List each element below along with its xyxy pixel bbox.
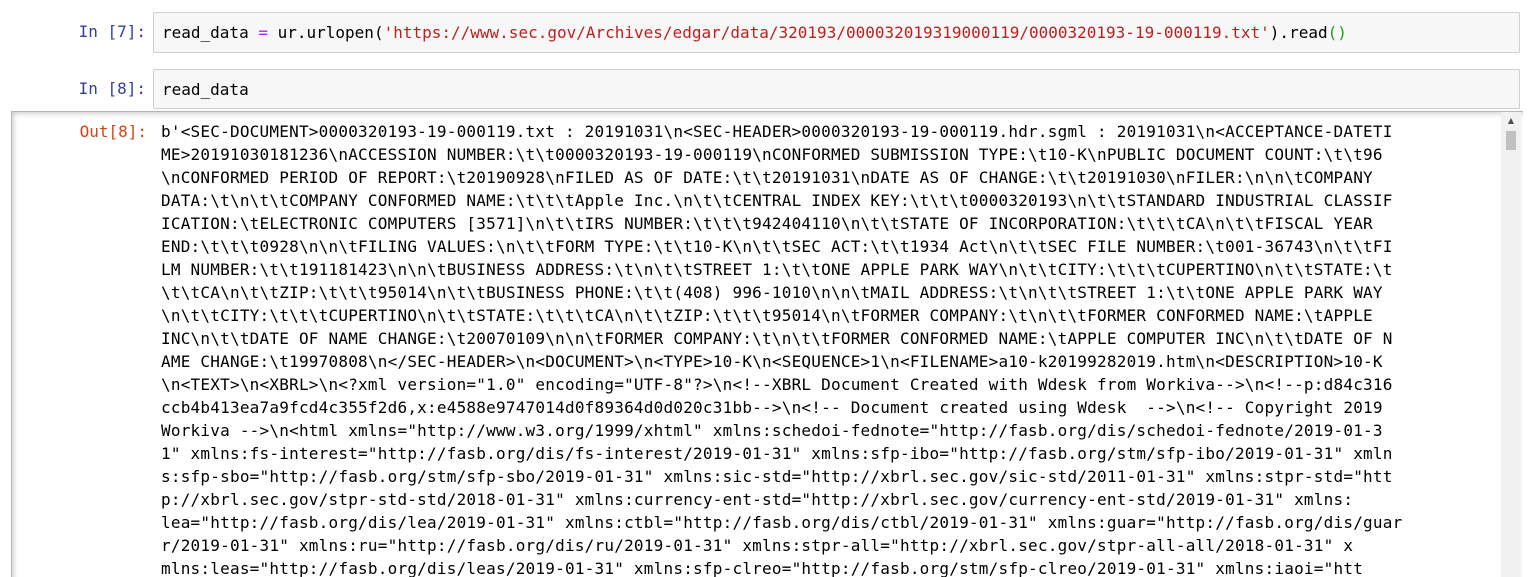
output-line: r/2019-01-31" xmlns:ru="http://fasb.org/… [161,536,1354,555]
output-prompt-8: Out[8]: [79,122,147,141]
code-read-call: ).read [1269,23,1328,42]
output-line: \n\t\tCITY:\t\t\tCUPERTINO\n\t\tSTATE:\t… [161,306,1373,325]
output-line: \t\tCA\n\t\tZIP:\t\t\t95014\n\t\tBUSINES… [161,283,1383,302]
code-call: ur.urlopen( [277,23,384,42]
output-line: ccb4b413ea7a9fcd4c355f2d6,x:e4588e974701… [161,398,1383,417]
output-line: LM NUMBER:\t\t191181423\n\n\tBUSINESS AD… [161,260,1393,279]
code-var: read_data [162,23,249,42]
output-line: \nCONFORMED PERIOD OF REPORT:\t20190928\… [161,168,1373,187]
output-area[interactable]: Out[8]: b'<SEC-DOCUMENT>0000320193-19-00… [11,111,1523,577]
output-line: Workiva -->\n<html xmlns="http://www.w3.… [161,421,1383,440]
output-line: p://xbrl.sec.gov/stpr-std-std/2018-01-31… [161,490,1354,509]
code-input-7[interactable]: read_data = ur.urlopen('https://www.sec.… [153,12,1520,53]
output-line: s:sfp-sbo="http://fasb.org/stm/sfp-sbo/2… [161,467,1393,486]
output-line: mlns:leas="http://fasb.org/dis/leas/2019… [161,559,1364,577]
code-operator: = [248,23,278,42]
output-line: \n<TEXT>\n<XBRL>\n<?xml version="1.0" en… [161,375,1393,394]
scrollbar-thumb[interactable] [1506,131,1516,150]
output-line: lea="http://fasb.org/dis/lea/2019-01-31"… [161,513,1403,532]
output-line: DATA:\t\n\t\tCOMPANY CONFORMED NAME:\t\t… [161,191,1393,210]
input-prompt-8: In [8]: [78,79,146,98]
output-line: b'<SEC-DOCUMENT>0000320193-19-000119.txt… [161,122,1393,141]
input-prompt-7: In [7]: [78,22,146,41]
output-line: ICATION:\tELECTRONIC COMPUTERS [3571]\n\… [161,214,1373,233]
code-url-string: 'https://www.sec.gov/Archives/edgar/data… [383,23,1270,42]
output-line: 1" xmlns:fs-interest="http://fasb.org/di… [161,444,1393,463]
code-parens: () [1327,23,1347,42]
output-line: ME>20191030181236\nACCESSION NUMBER:\t\t… [161,145,1383,164]
output-line: INC\n\t\tDATE OF NAME CHANGE:\t20070109\… [161,329,1393,348]
code-input-8[interactable]: read_data [153,69,1520,109]
output-line: AME CHANGE:\t19970808\n</SEC-HEADER>\n<D… [161,352,1383,371]
output-line: END:\t\t\t0928\n\n\tFILING VALUES:\n\t\t… [161,237,1393,256]
output-scrollbar[interactable]: ▲ [1501,112,1521,577]
scroll-up-arrow-icon[interactable]: ▲ [1501,112,1521,129]
output-text: b'<SEC-DOCUMENT>0000320193-19-000119.txt… [161,120,1491,577]
